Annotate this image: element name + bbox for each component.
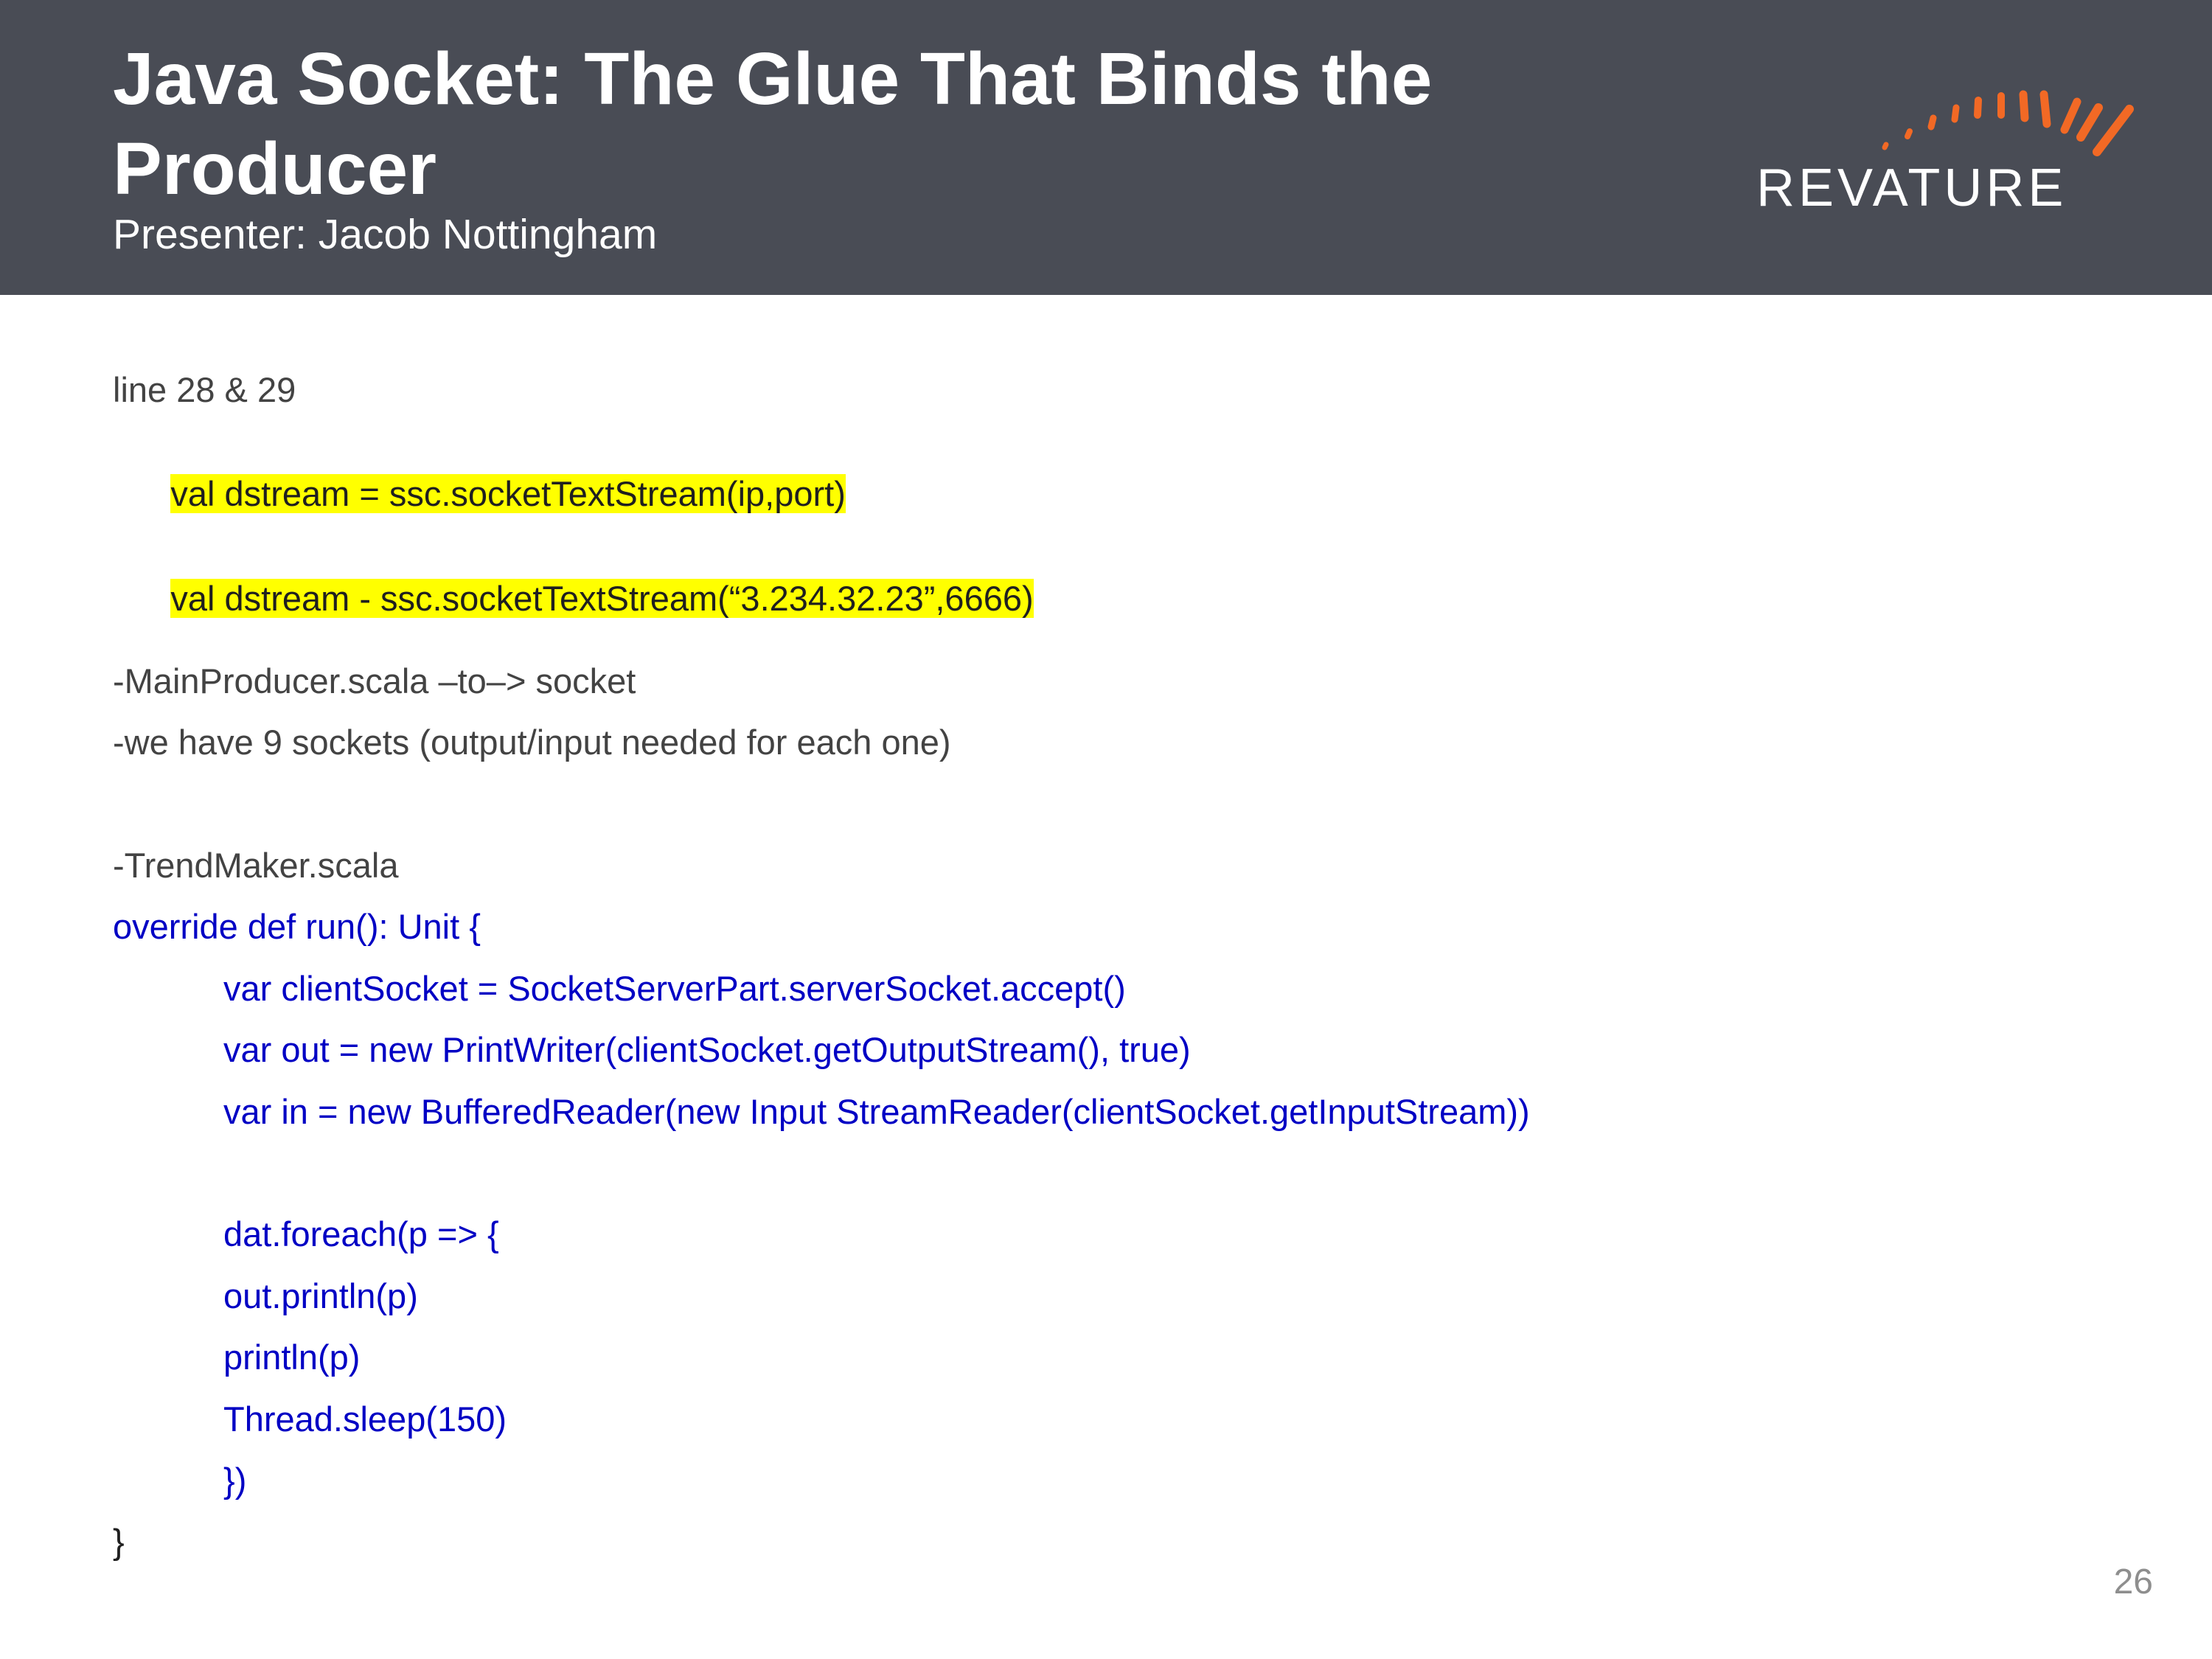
bullet-note: -MainProducer.scala –to–> socket xyxy=(113,661,636,700)
highlighted-code-line: val dstream - ssc.socketTextStream(“3.23… xyxy=(113,537,1034,661)
slide-subtitle: Presenter: Jacob Nottingham xyxy=(113,211,658,258)
code-line: dat.foreach(p => { xyxy=(223,1214,499,1253)
line-reference: line 28 & 29 xyxy=(113,370,296,409)
code-line: override def run(): Unit { xyxy=(113,907,481,946)
logo-wordmark: REVATURE xyxy=(1756,159,2067,218)
code-line: var clientSocket = SocketServerPart.serv… xyxy=(223,969,1126,1008)
bullet-note: -we have 9 sockets (output/input needed … xyxy=(113,723,951,762)
slide: Java Socket: The Glue That Binds the Pro… xyxy=(0,0,2212,1659)
code-line: out.println(p) xyxy=(223,1276,418,1315)
highlighted-code-text: val dstream - ssc.socketTextStream(“3.23… xyxy=(170,579,1034,618)
code-line: var out = new PrintWriter(clientSocket.g… xyxy=(223,1030,1191,1069)
file-reference: -TrendMaker.scala xyxy=(113,846,399,885)
revature-logo: REVATURE xyxy=(1747,74,2146,221)
page-number: 26 xyxy=(2113,1562,2153,1601)
slide-title: Java Socket: The Glue That Binds the Pro… xyxy=(113,38,1433,210)
code-line: var in = new BufferedReader(new Input St… xyxy=(223,1092,1530,1131)
code-line: println(p) xyxy=(223,1338,361,1377)
slide-header: Java Socket: The Glue That Binds the Pro… xyxy=(0,0,2212,295)
code-line: }) xyxy=(223,1461,247,1500)
code-line: Thread.sleep(150) xyxy=(223,1399,507,1439)
sunburst-arc-icon xyxy=(1882,90,2134,156)
code-line: } xyxy=(113,1522,125,1561)
highlighted-code-text: val dstream = ssc.socketTextStream(ip,po… xyxy=(170,474,846,513)
